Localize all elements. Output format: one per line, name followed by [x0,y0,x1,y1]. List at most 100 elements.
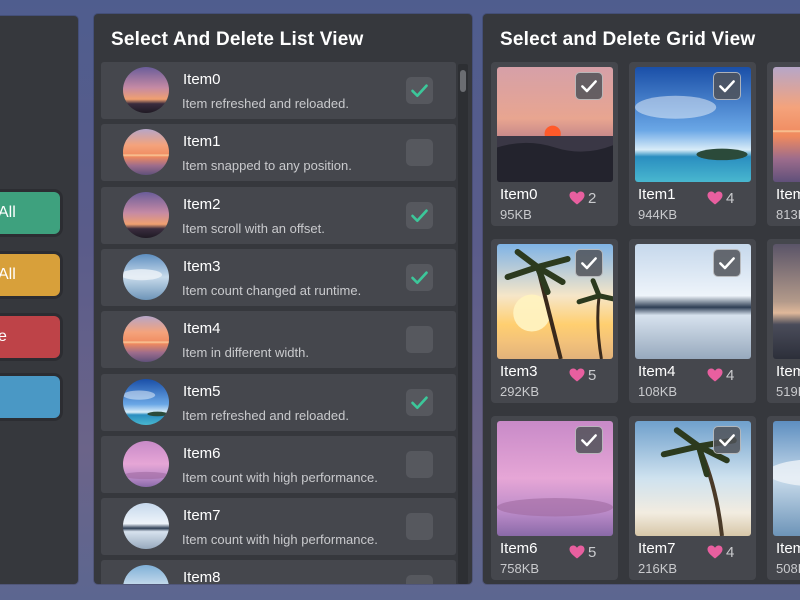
item-description: Item count with high performance. [182,532,378,548]
item-size: 508K [776,561,800,576]
item-checkbox[interactable] [575,426,603,454]
heart-icon[interactable] [569,368,585,382]
item-size: 216KB [638,561,678,576]
heart-icon[interactable] [707,545,723,559]
like-count: 4 [726,190,735,207]
item-thumbnail [123,191,169,238]
list-view[interactable]: Item0 Item refreshed and reloaded. Item1… [101,62,456,584]
item-checkbox[interactable] [713,249,741,277]
item-name: Item1 [183,133,221,151]
item-name: Item7 [638,540,676,557]
like-count: 5 [588,544,597,561]
side-panel: All All e [0,16,78,584]
grid-item[interactable]: Item6 758KB 5 [491,416,618,580]
item-name: Item2 [183,195,221,213]
item-size: 108KB [638,384,678,399]
item-thumbnail [123,253,169,300]
list-item[interactable]: Item5 Item refreshed and reloaded. [101,373,456,431]
list-scrollbar[interactable] [458,64,468,584]
item-checkbox[interactable] [406,326,433,354]
delete-label: e [0,328,7,345]
list-item[interactable]: Item8 [101,560,456,584]
item-checkbox[interactable] [713,72,741,100]
item-description: Item snapped to any position. [182,158,352,174]
item-name: Item7 [183,507,221,525]
grid-item[interactable]: Item7 216KB 4 [629,416,756,580]
item-checkbox[interactable] [406,388,433,416]
delete-button[interactable]: e [0,316,60,358]
grid-item[interactable]: Item 508K [767,416,800,580]
item-size: 292KB [500,384,540,399]
item-name: Item6 [183,444,221,462]
item-image [773,67,800,182]
select-all-button[interactable]: All [0,192,60,234]
item-checkbox[interactable] [406,450,433,478]
grid-view[interactable]: Item0 95KB 2 Item1 944KB 4 Item 813K Ite… [491,62,800,584]
heart-icon[interactable] [569,545,585,559]
item-checkbox[interactable] [406,139,433,167]
extra-button[interactable] [0,376,60,418]
like-count: 4 [726,367,735,384]
list-item[interactable]: Item6 Item count with high performance. [101,435,456,493]
item-size: 813K [776,207,800,222]
grid-item[interactable]: Item3 292KB 5 [491,239,618,403]
item-checkbox[interactable] [406,575,433,584]
item-thumbnail [123,67,169,113]
scrollbar-thumb[interactable] [460,70,466,92]
grid-item[interactable]: Item0 95KB 2 [491,62,618,226]
item-checkbox[interactable] [713,426,741,454]
item-name: Item6 [500,540,538,557]
item-image [773,244,800,359]
item-name: Item [776,186,800,203]
item-checkbox[interactable] [575,72,603,100]
item-name: Item1 [638,186,676,203]
heart-icon[interactable] [569,191,585,205]
item-name: Item [776,540,800,557]
item-name: Item8 [183,569,221,584]
list-view-panel: Select And Delete List View Item0 Item r… [94,14,472,584]
deselect-all-label: All [0,266,16,283]
item-description: Item count changed at runtime. [182,282,362,298]
item-thumbnail [123,129,169,176]
item-checkbox[interactable] [406,77,433,104]
grid-item[interactable]: Item4 108KB 4 [629,239,756,403]
item-name: Item3 [500,363,538,380]
grid-item[interactable]: Item 519K [767,239,800,403]
item-name: Item0 [183,71,221,88]
grid-view-title: Select and Delete Grid View [500,29,756,50]
item-description: Item refreshed and reloaded. [182,407,349,423]
grid-view-panel: Select and Delete Grid View Item0 95KB 2… [483,14,800,584]
item-thumbnail [123,503,169,550]
list-item[interactable]: Item7 Item count with high performance. [101,498,456,556]
item-description: Item count with high performance. [182,469,378,485]
item-size: 95KB [500,207,532,222]
item-thumbnail [123,378,169,425]
select-all-label: All [0,204,16,221]
list-item[interactable]: Item2 Item scroll with an offset. [101,186,456,244]
list-item[interactable]: Item4 Item in different width. [101,311,456,369]
item-name: Item3 [183,257,221,275]
item-checkbox[interactable] [406,513,433,541]
list-item[interactable]: Item1 Item snapped to any position. [101,124,456,182]
item-thumbnail [123,565,169,584]
item-size: 944KB [638,207,678,222]
list-item[interactable]: Item3 Item count changed at runtime. [101,248,456,306]
deselect-all-button[interactable]: All [0,254,60,296]
heart-icon[interactable] [707,191,723,205]
list-view-title: Select And Delete List View [111,29,364,50]
item-image [773,421,800,536]
list-item[interactable]: Item0 Item refreshed and reloaded. [101,62,456,119]
heart-icon[interactable] [707,368,723,382]
grid-item[interactable]: Item 813K [767,62,800,226]
item-checkbox[interactable] [406,201,433,229]
item-name: Item [776,363,800,380]
grid-item[interactable]: Item1 944KB 4 [629,62,756,226]
like-count: 4 [726,544,735,561]
item-name: Item4 [183,320,221,338]
item-description: Item refreshed and reloaded. [182,96,349,111]
item-checkbox[interactable] [406,263,433,291]
item-checkbox[interactable] [575,249,603,277]
like-count: 2 [588,190,597,207]
item-thumbnail [123,440,169,487]
item-name: Item4 [638,363,676,380]
